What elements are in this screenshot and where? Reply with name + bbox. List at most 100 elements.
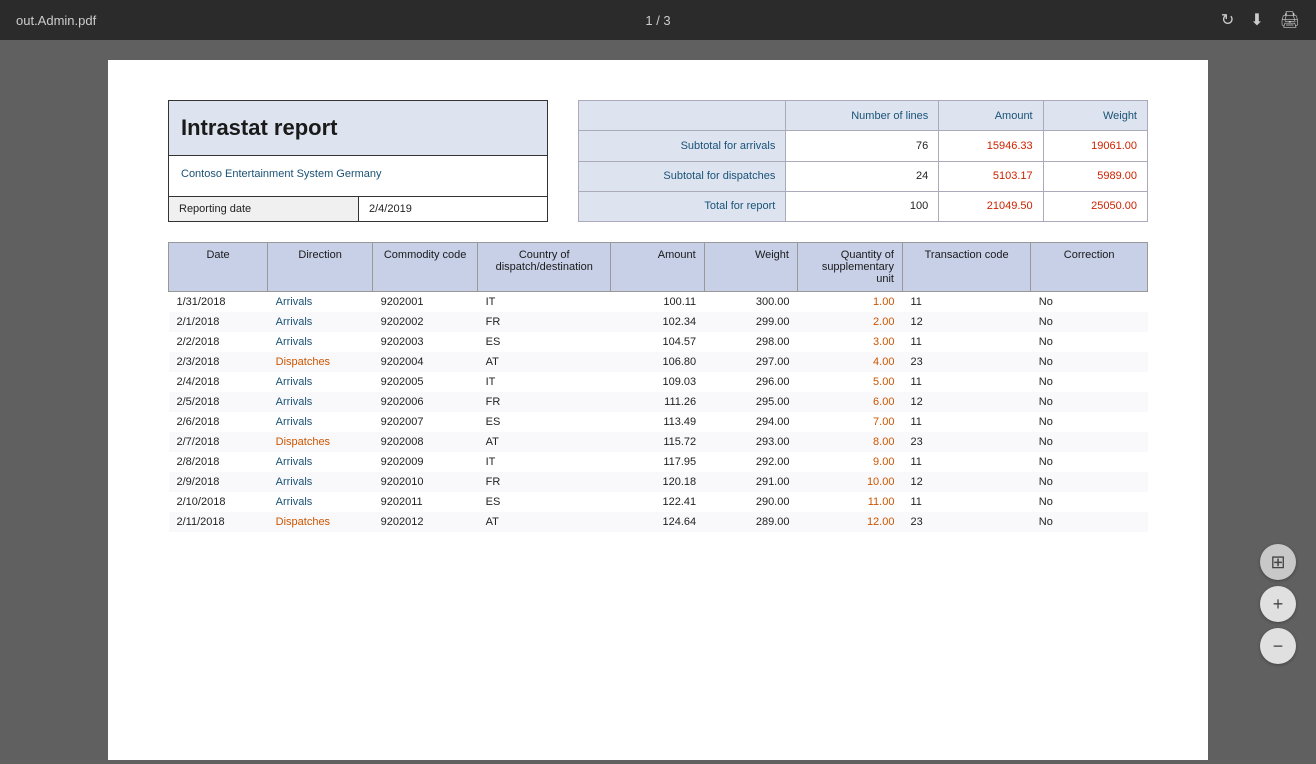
cell-correction: No bbox=[1031, 292, 1148, 313]
cell-amount: 102.34 bbox=[611, 312, 704, 332]
cell-date: 2/6/2018 bbox=[169, 412, 268, 432]
cell-qty: 7.00 bbox=[797, 412, 902, 432]
cell-direction: Arrivals bbox=[268, 412, 373, 432]
cell-date: 2/8/2018 bbox=[169, 452, 268, 472]
report-title: Intrastat report bbox=[181, 115, 337, 140]
cell-country: AT bbox=[478, 512, 611, 532]
zoom-fit-button[interactable]: ⊞ bbox=[1260, 544, 1296, 580]
cell-weight: 295.00 bbox=[704, 392, 797, 412]
cell-direction: Arrivals bbox=[268, 292, 373, 313]
cell-direction: Arrivals bbox=[268, 472, 373, 492]
cell-weight: 292.00 bbox=[704, 452, 797, 472]
cell-transaction: 12 bbox=[902, 312, 1030, 332]
cell-amount: 124.64 bbox=[611, 512, 704, 532]
cell-country: AT bbox=[478, 352, 611, 372]
zoom-controls: ⊞ + − bbox=[1260, 544, 1296, 664]
cell-commodity: 9202010 bbox=[373, 472, 478, 492]
cell-transaction: 12 bbox=[902, 392, 1030, 412]
cell-date: 2/7/2018 bbox=[169, 432, 268, 452]
cell-weight: 289.00 bbox=[704, 512, 797, 532]
table-row: 2/7/2018 Dispatches 9202008 AT 115.72 29… bbox=[169, 432, 1148, 452]
refresh-icon[interactable]: ↻ bbox=[1221, 10, 1234, 30]
table-row: 2/5/2018 Arrivals 9202006 FR 111.26 295.… bbox=[169, 392, 1148, 412]
cell-transaction: 11 bbox=[902, 372, 1030, 392]
summary-table: Number of lines Amount Weight Subtotal f… bbox=[578, 100, 1148, 222]
content-area: Intrastat report Contoso Entertainment S… bbox=[0, 40, 1316, 764]
col-header-date: Date bbox=[169, 243, 268, 292]
cell-amount: 115.72 bbox=[611, 432, 704, 452]
cell-qty: 9.00 bbox=[797, 452, 902, 472]
cell-commodity: 9202005 bbox=[373, 372, 478, 392]
report-header: Intrastat report Contoso Entertainment S… bbox=[168, 100, 1148, 222]
zoom-in-button[interactable]: + bbox=[1260, 586, 1296, 622]
cell-weight: 298.00 bbox=[704, 332, 797, 352]
cell-transaction: 11 bbox=[902, 492, 1030, 512]
cell-qty: 5.00 bbox=[797, 372, 902, 392]
col-header-weight: Weight bbox=[704, 243, 797, 292]
cell-commodity: 9202003 bbox=[373, 332, 478, 352]
col-header-correction: Correction bbox=[1031, 243, 1148, 292]
report-title-box: Intrastat report Contoso Entertainment S… bbox=[168, 100, 548, 222]
download-icon[interactable]: ⬇ bbox=[1250, 10, 1263, 30]
cell-weight: 291.00 bbox=[704, 472, 797, 492]
summary-row-dispatches: Subtotal for dispatches 24 5103.17 5989.… bbox=[579, 161, 1148, 191]
cell-qty: 2.00 bbox=[797, 312, 902, 332]
table-row: 2/2/2018 Arrivals 9202003 ES 104.57 298.… bbox=[169, 332, 1148, 352]
report-company-box: Contoso Entertainment System Germany bbox=[169, 156, 547, 196]
cell-transaction: 11 bbox=[902, 452, 1030, 472]
cell-commodity: 9202012 bbox=[373, 512, 478, 532]
table-row: 2/8/2018 Arrivals 9202009 IT 117.95 292.… bbox=[169, 452, 1148, 472]
cell-weight: 290.00 bbox=[704, 492, 797, 512]
cell-amount: 117.95 bbox=[611, 452, 704, 472]
report-company: Contoso Entertainment System Germany bbox=[181, 168, 382, 180]
page-info: 1 / 3 bbox=[645, 13, 670, 28]
cell-commodity: 9202006 bbox=[373, 392, 478, 412]
summary-header-amount: Amount bbox=[939, 101, 1043, 131]
cell-date: 2/2/2018 bbox=[169, 332, 268, 352]
cell-country: FR bbox=[478, 312, 611, 332]
table-row: 2/6/2018 Arrivals 9202007 ES 113.49 294.… bbox=[169, 412, 1148, 432]
cell-correction: No bbox=[1031, 352, 1148, 372]
cell-country: ES bbox=[478, 332, 611, 352]
cell-country: FR bbox=[478, 472, 611, 492]
cell-transaction: 11 bbox=[902, 332, 1030, 352]
print-icon[interactable]: 🖨 bbox=[1280, 10, 1300, 30]
col-header-commodity: Commodity code bbox=[373, 243, 478, 292]
cell-country: FR bbox=[478, 392, 611, 412]
cell-direction: Arrivals bbox=[268, 372, 373, 392]
cell-date: 2/1/2018 bbox=[169, 312, 268, 332]
cell-weight: 297.00 bbox=[704, 352, 797, 372]
toolbar-actions: ↻ ⬇ 🖨 bbox=[1221, 10, 1300, 30]
summary-row-arrivals: Subtotal for arrivals 76 15946.33 19061.… bbox=[579, 131, 1148, 161]
summary-header-lines: Number of lines bbox=[786, 101, 939, 131]
cell-transaction: 12 bbox=[902, 472, 1030, 492]
table-row: 2/1/2018 Arrivals 9202002 FR 102.34 299.… bbox=[169, 312, 1148, 332]
col-header-direction: Direction bbox=[268, 243, 373, 292]
cell-direction: Arrivals bbox=[268, 452, 373, 472]
cell-correction: No bbox=[1031, 452, 1148, 472]
cell-country: ES bbox=[478, 492, 611, 512]
cell-weight: 293.00 bbox=[704, 432, 797, 452]
col-header-transaction: Transaction code bbox=[902, 243, 1030, 292]
cell-transaction: 11 bbox=[902, 292, 1030, 313]
table-row: 2/11/2018 Dispatches 9202012 AT 124.64 2… bbox=[169, 512, 1148, 532]
cell-amount: 113.49 bbox=[611, 412, 704, 432]
col-header-amount: Amount bbox=[611, 243, 704, 292]
cell-correction: No bbox=[1031, 372, 1148, 392]
cell-country: IT bbox=[478, 452, 611, 472]
reporting-date-value: 2/4/2019 bbox=[359, 197, 547, 221]
zoom-out-button[interactable]: − bbox=[1260, 628, 1296, 664]
summary-row-total: Total for report 100 21049.50 25050.00 bbox=[579, 191, 1148, 221]
cell-amount: 106.80 bbox=[611, 352, 704, 372]
cell-correction: No bbox=[1031, 332, 1148, 352]
cell-transaction: 23 bbox=[902, 432, 1030, 452]
cell-transaction: 23 bbox=[902, 512, 1030, 532]
cell-qty: 8.00 bbox=[797, 432, 902, 452]
cell-date: 1/31/2018 bbox=[169, 292, 268, 313]
cell-correction: No bbox=[1031, 512, 1148, 532]
cell-qty: 10.00 bbox=[797, 472, 902, 492]
cell-date: 2/4/2018 bbox=[169, 372, 268, 392]
cell-commodity: 9202011 bbox=[373, 492, 478, 512]
cell-commodity: 9202008 bbox=[373, 432, 478, 452]
cell-country: IT bbox=[478, 372, 611, 392]
